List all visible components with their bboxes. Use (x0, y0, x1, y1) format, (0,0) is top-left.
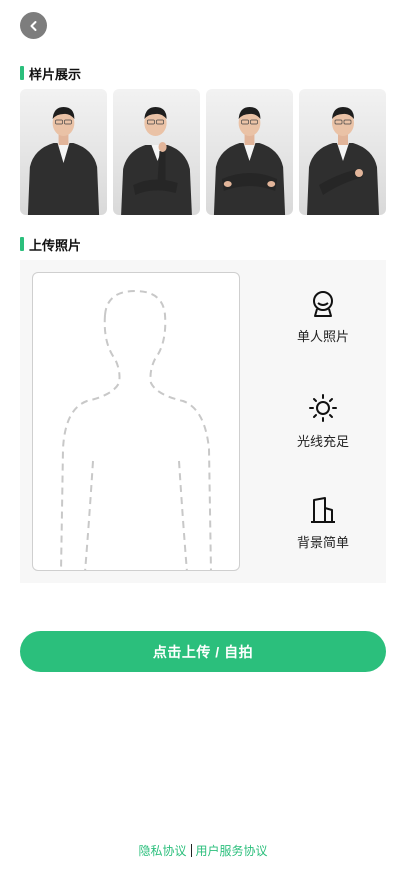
section-accent-bar (20, 237, 24, 251)
footer-divider (190, 844, 192, 857)
sample-gallery (20, 89, 386, 215)
tip-label: 单人照片 (296, 330, 349, 345)
section-accent-bar (20, 66, 24, 80)
sun-icon (309, 394, 337, 422)
back-button[interactable] (20, 12, 47, 39)
chevron-left-icon (30, 20, 36, 31)
person-head-icon (313, 291, 333, 317)
tip-simple-background: 背景简单 (260, 496, 386, 551)
sample-photo-4[interactable] (299, 89, 386, 215)
user-service-agreement-link[interactable]: 用户服务协议 (196, 844, 268, 858)
upload-section-title: 上传照片 (20, 236, 82, 254)
tip-label: 光线充足 (296, 435, 349, 450)
photo-tips: 单人照片 光线充足 背景简单 (260, 260, 386, 583)
footer-links: 隐私协议 用户服务协议 (0, 842, 406, 859)
tip-label: 背景简单 (296, 536, 349, 551)
tip-single-person: 单人照片 (260, 290, 386, 345)
building-icon (311, 497, 335, 523)
sample-photo-2[interactable] (113, 89, 200, 215)
samples-section-title: 样片展示 (20, 65, 82, 83)
upload-title-text: 上传照片 (29, 238, 82, 254)
upload-panel: 单人照片 光线充足 背景简单 (20, 260, 386, 583)
samples-title-text: 样片展示 (29, 67, 82, 83)
sample-photo-1[interactable] (20, 89, 107, 215)
privacy-policy-link[interactable]: 隐私协议 (138, 844, 186, 858)
sample-photo-3[interactable] (206, 89, 293, 215)
photo-placeholder[interactable] (32, 272, 240, 571)
tip-good-lighting: 光线充足 (260, 393, 386, 450)
upload-selfie-button[interactable]: 点击上传 / 自拍 (20, 631, 386, 672)
body-outline-icon (60, 289, 212, 570)
